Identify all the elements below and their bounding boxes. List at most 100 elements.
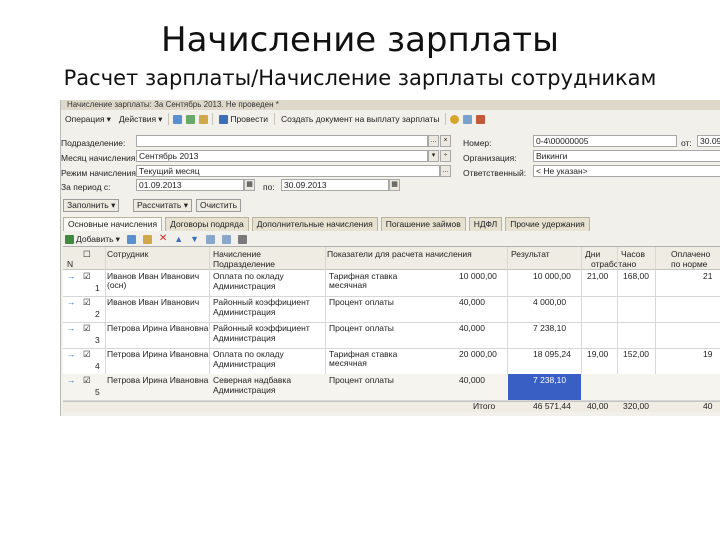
tab-other-deductions[interactable]: Прочие удержания — [505, 217, 590, 231]
toolbar-separator — [274, 113, 276, 125]
row-checkbox[interactable]: ☑ — [83, 376, 91, 385]
select-button[interactable]: … — [440, 165, 451, 177]
move-up-icon[interactable]: ▲ — [174, 234, 183, 244]
days-cell[interactable]: 19,00 — [587, 350, 608, 359]
add-button[interactable]: Добавить ▾ — [65, 234, 120, 245]
row-checkbox[interactable]: ☑ — [83, 298, 91, 307]
header-employee[interactable]: Сотрудник — [107, 249, 148, 259]
indicator-value-cell[interactable]: 20 000,00 — [459, 350, 497, 359]
accrual-cell[interactable]: Оплата по окладу — [213, 272, 284, 281]
subdivision-cell[interactable]: Администрация — [213, 386, 275, 395]
post-button[interactable]: Провести — [217, 114, 270, 124]
subdivision-cell[interactable]: Администрация — [213, 334, 275, 343]
move-down-icon[interactable]: ▼ — [190, 234, 199, 244]
hours-cell[interactable]: 152,00 — [623, 350, 649, 359]
accrual-cell[interactable]: Районный коэффициент — [213, 298, 310, 307]
report-icon[interactable] — [476, 114, 486, 124]
actions-label: Действия — [118, 114, 157, 124]
subdivision-cell[interactable]: Администрация — [213, 360, 275, 369]
indicator-value-cell[interactable]: 40,000 — [459, 324, 485, 333]
result-cell[interactable]: 4 000,00 — [533, 298, 566, 307]
create-payment-doc-button[interactable]: Создать документ на выплату зарплаты — [279, 114, 441, 124]
result-cell[interactable]: 7 238,10 — [533, 376, 566, 385]
header-days[interactable]: Дни — [585, 249, 600, 259]
result-cell[interactable]: 18 095,24 — [533, 350, 571, 359]
tab-additional-accruals[interactable]: Дополнительные начисления — [251, 217, 378, 231]
header-payment[interactable]: Оплачено — [671, 249, 710, 259]
edit-icon[interactable] — [142, 234, 152, 244]
row-checkbox[interactable]: ☑ — [83, 272, 91, 281]
indicator-cell[interactable]: Процент оплаты — [329, 298, 394, 307]
toolbar-separator — [168, 113, 170, 125]
header-indicators[interactable]: Показатели для расчета начисления — [327, 249, 472, 259]
indicator-value-cell[interactable]: 10 000,00 — [459, 272, 497, 281]
tab-ndfl[interactable]: НДФЛ — [468, 217, 503, 231]
write-icon[interactable] — [186, 114, 196, 124]
save-icon[interactable] — [173, 114, 183, 124]
clear-button[interactable]: Очистить — [196, 199, 242, 212]
actions-menu[interactable]: Действия ▾ — [117, 114, 165, 125]
calendar-icon[interactable]: ▦ — [389, 179, 400, 191]
date-field[interactable]: 30.09. — [697, 135, 720, 147]
org-field[interactable]: Викинги — [533, 150, 720, 162]
header-hours[interactable]: Часов — [621, 249, 645, 259]
sort-asc-icon[interactable] — [206, 234, 216, 244]
indicator-value-cell[interactable]: 40,000 — [459, 298, 485, 307]
select-button[interactable]: … — [428, 135, 439, 147]
accrual-cell[interactable]: Оплата по окладу — [213, 350, 284, 359]
calculate-button[interactable]: Рассчитать ▾ — [133, 199, 192, 212]
spinner-icon[interactable]: ÷ — [440, 150, 451, 162]
employee-cell[interactable]: Петрова Ирина Ивановна — [107, 376, 208, 385]
print-icon[interactable] — [463, 114, 473, 124]
payment-cell[interactable]: 21 — [703, 272, 712, 281]
table-row[interactable]: → ☑ 3 Петрова Ирина Ивановна Районный коэффи… — [63, 322, 720, 349]
number-field[interactable]: 0-4\00000005 — [533, 135, 677, 147]
table-footer: Итого 46 571,44 40,00 320,00 40 — [63, 401, 720, 412]
mode-field[interactable]: Текущий месяц — [136, 165, 440, 177]
table-row[interactable]: → ☑ 5 Петрова Ирина Ивановна Северная надбав… — [63, 374, 720, 401]
structure-icon[interactable] — [199, 114, 209, 124]
indicator-cell[interactable]: Процент оплаты — [329, 376, 394, 385]
employee-cell[interactable]: Иванов Иван Иванович — [107, 298, 199, 307]
hours-cell[interactable]: 168,00 — [623, 272, 649, 281]
header-accrual[interactable]: Начисление — [213, 249, 261, 259]
period-to-field[interactable]: 30.09.2013 — [281, 179, 389, 191]
days-cell[interactable]: 21,00 — [587, 272, 608, 281]
row-checkbox[interactable]: ☑ — [83, 324, 91, 333]
grid-settings-icon[interactable] — [238, 234, 248, 244]
month-field[interactable]: Сентябрь 2013 — [136, 150, 428, 162]
chevron-down-icon[interactable]: ▾ — [428, 150, 439, 162]
tab-main-accruals[interactable]: Основные начисления — [63, 217, 163, 231]
operation-menu[interactable]: Операция ▾ — [63, 114, 113, 125]
accrual-cell[interactable]: Районный коэффициент — [213, 324, 310, 333]
accrual-cell[interactable]: Северная надбавка — [213, 376, 291, 385]
delete-icon[interactable]: ✕ — [159, 234, 167, 244]
subdivision-cell[interactable]: Администрация — [213, 282, 275, 291]
fill-button[interactable]: Заполнить ▾ — [63, 199, 120, 212]
tab-loan-repayment[interactable]: Погашение займов — [380, 217, 466, 231]
copy-icon[interactable] — [126, 234, 136, 244]
employee-cell[interactable]: Петрова Ирина Ивановна — [107, 350, 208, 359]
result-cell[interactable]: 10 000,00 — [533, 272, 571, 281]
table-row[interactable]: → ☑ 1 Иванов Иван Иванович (осн) Оплата по ок… — [63, 270, 720, 297]
table-row[interactable]: → ☑ 2 Иванов Иван Иванович Районный коэффици… — [63, 296, 720, 323]
header-result[interactable]: Результат — [511, 249, 550, 259]
sort-desc-icon[interactable] — [222, 234, 232, 244]
responsible-field[interactable]: < Не указан> — [533, 165, 720, 177]
row-checkbox[interactable]: ☑ — [83, 350, 91, 359]
calendar-icon[interactable]: ▦ — [244, 179, 255, 191]
help-icon[interactable] — [450, 114, 460, 124]
clear-icon[interactable]: × — [440, 135, 451, 147]
subdivision-cell[interactable]: Администрация — [213, 308, 275, 317]
result-cell[interactable]: 7 238,10 — [533, 324, 566, 333]
subdivision-field[interactable] — [136, 135, 428, 147]
header-checkbox[interactable]: ☐ — [83, 249, 91, 260]
employee-cell[interactable]: Петрова Ирина Ивановна — [107, 324, 208, 333]
payment-cell[interactable]: 19 — [703, 350, 712, 359]
indicator-value-cell[interactable]: 40,000 — [459, 376, 485, 385]
indicator-cell[interactable]: Процент оплаты — [329, 324, 394, 333]
tab-contracts[interactable]: Договоры подряда — [165, 217, 249, 231]
header-subdivision[interactable]: Подразделение — [213, 259, 275, 269]
period-from-field[interactable]: 01.09.2013 — [136, 179, 244, 191]
table-row[interactable]: → ☑ 4 Петрова Ирина Ивановна Оплата по оклад… — [63, 348, 720, 375]
